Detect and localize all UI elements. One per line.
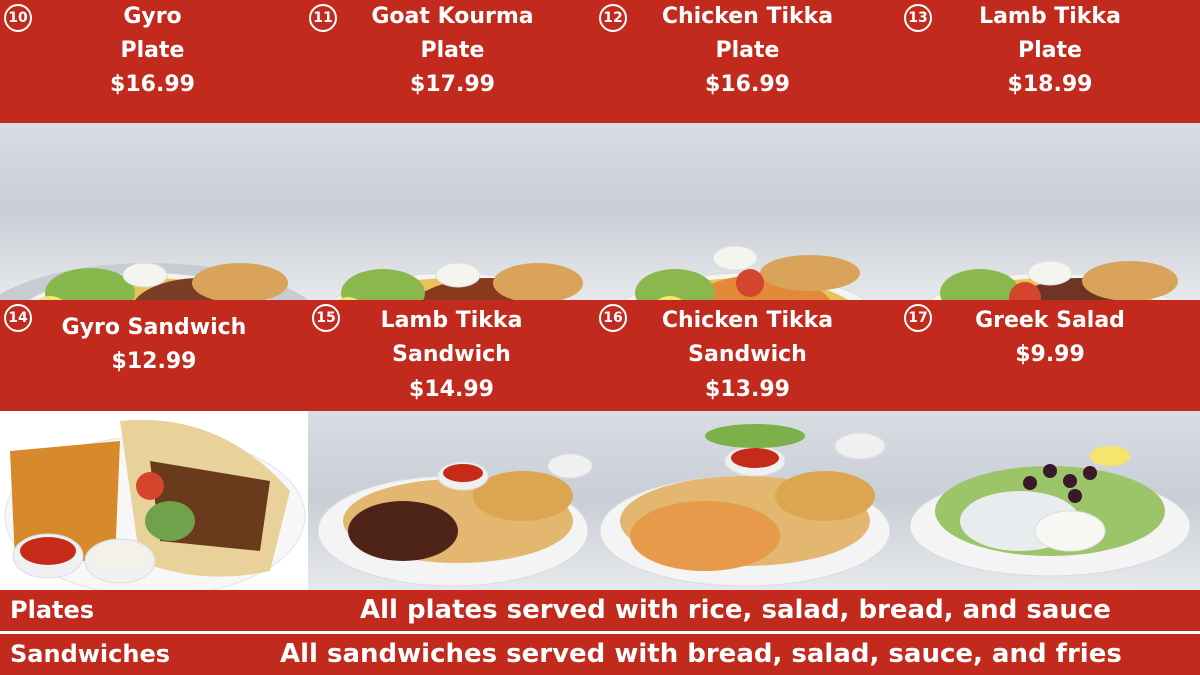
plates-description: All plates served with rice, salad, brea… [360, 595, 1111, 625]
item-price: $18.99 [1007, 72, 1093, 97]
plate-photos-row [0, 123, 1200, 300]
menu-item-header-10: 10 Gyro Plate $16.99 [0, 0, 305, 123]
greek-salad-photo [900, 411, 1200, 590]
item-price: $9.99 [1015, 342, 1085, 367]
menu-item-header-13: 13 Lamb Tikka Plate $18.99 [900, 0, 1200, 123]
item-name: Goat Kourma Plate [371, 4, 534, 63]
item-name: Gyro Sandwich [61, 315, 247, 340]
item-price: $16.99 [705, 72, 790, 97]
item-name: Greek Salad [975, 308, 1125, 333]
middle-header-band: 14 Gyro Sandwich $12.99 15 Lamb Tikka Sa… [0, 300, 1200, 411]
gyro-sandwich-photo [0, 411, 308, 590]
menu-item-header-16: 16 Chicken Tikka Sandwich $13.99 [595, 300, 900, 411]
item-name: Lamb Tikka Sandwich [380, 308, 523, 367]
gyro-plate-photo [0, 123, 308, 300]
plates-label: Plates [10, 596, 95, 624]
item-price: $17.99 [410, 72, 495, 97]
menu-item-header-15: 15 Lamb Tikka Sandwich $14.99 [308, 300, 595, 411]
sandwiches-description: All sandwiches served with bread, salad,… [280, 639, 1122, 669]
menu-item-header-17: 17 Greek Salad $9.99 [900, 300, 1200, 411]
lamb-tikka-plate-photo [900, 123, 1200, 300]
sandwiches-info-bar: Sandwiches All sandwiches served with br… [0, 634, 1200, 675]
item-price: $13.99 [705, 377, 790, 402]
item-price: $12.99 [111, 349, 197, 374]
plates-info-bar: Plates All plates served with rice, sala… [0, 590, 1200, 631]
menu-item-header-11: 11 Goat Kourma Plate $17.99 [305, 0, 600, 123]
sandwiches-label: Sandwiches [10, 640, 171, 668]
top-header-band: 10 Gyro Plate $16.99 11 Goat Kourma Plat… [0, 0, 1200, 123]
item-name: Chicken Tikka Sandwich [661, 308, 834, 367]
item-name: Lamb Tikka Plate [979, 4, 1121, 63]
sandwich-photos-row [0, 411, 1200, 590]
item-price: $14.99 [409, 377, 494, 402]
lamb-tikka-sandwich-photo [308, 411, 595, 590]
item-name: Gyro Plate [120, 4, 185, 63]
item-price: $16.99 [110, 72, 195, 97]
goat-kourma-plate-photo [308, 123, 595, 300]
chicken-tikka-sandwich-photo [595, 411, 900, 590]
menu-item-header-14: 14 Gyro Sandwich $12.99 [0, 300, 308, 411]
item-name: Chicken Tikka Plate [661, 4, 834, 63]
menu-item-header-12: 12 Chicken Tikka Plate $16.99 [595, 0, 900, 123]
chicken-tikka-plate-photo [595, 123, 900, 300]
